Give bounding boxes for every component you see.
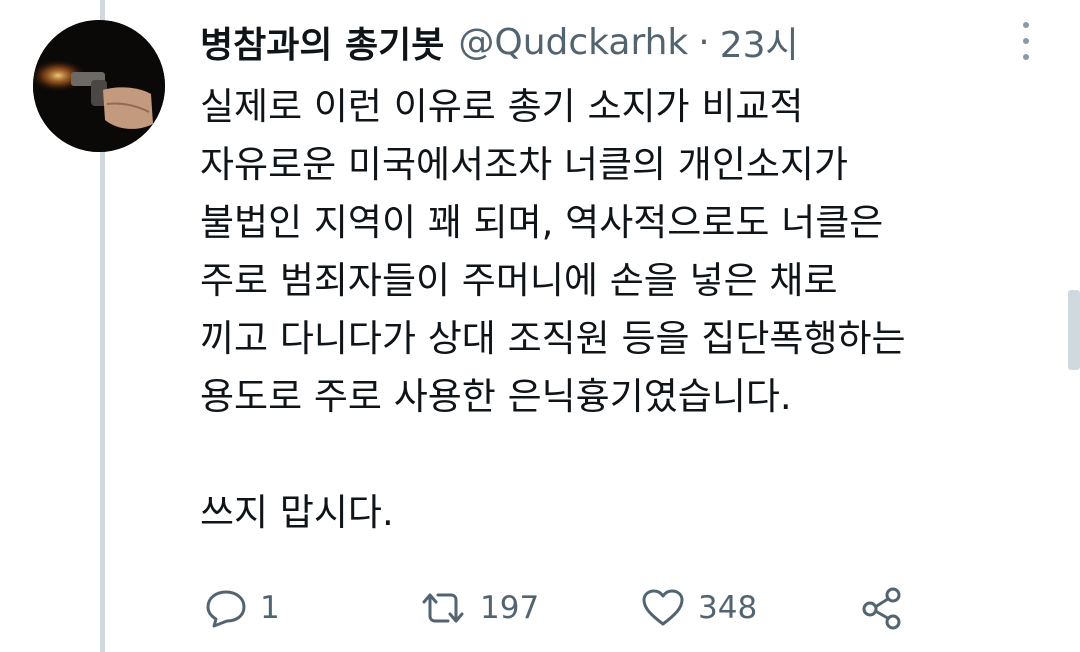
scrollbar[interactable] — [1068, 290, 1080, 370]
retweet-count: 197 — [480, 590, 540, 626]
retweet-button[interactable]: 197 — [418, 584, 539, 632]
tweet-body: 실제로 이런 이유로 총기 소지가 비교적 자유로운 미국에서조차 너클의 개인… — [200, 78, 1050, 542]
like-button[interactable]: 348 — [640, 584, 757, 632]
retweet-icon — [422, 593, 464, 623]
reply-count: 1 — [260, 590, 280, 626]
tweet-closing-line: 쓰지 맙시다. — [200, 491, 394, 534]
avatar-image — [33, 20, 165, 152]
heart-icon — [642, 589, 684, 626]
tweet-text-line: 자유로운 미국에서조차 너클의 개인소지가 — [200, 143, 849, 186]
reply-button[interactable]: 1 — [204, 584, 280, 632]
tweet-text-line: 주로 범죄자들이 주머니에 손을 넣은 채로 — [200, 259, 838, 302]
like-count: 348 — [698, 590, 758, 626]
reply-icon — [206, 590, 246, 628]
share-icon — [862, 587, 901, 630]
avatar[interactable] — [33, 20, 165, 152]
tweet-text-line: 실제로 이런 이유로 총기 소지가 비교적 — [200, 85, 804, 128]
tweet-text-line: 끼고 다니다가 상대 조직원 등을 집단폭행하는 — [200, 317, 906, 360]
tweet-text-line: 불법인 지역이 꽤 되며, 역사적으로도 너클은 — [200, 201, 884, 244]
tweet-header: 병참과의 총기봇 @Qudckarhk · 23시 — [200, 16, 799, 68]
display-name[interactable]: 병참과의 총기봇 — [200, 16, 444, 68]
separator-dot: · — [698, 21, 710, 63]
user-handle[interactable]: @Qudckarhk — [458, 22, 688, 63]
tweet-time[interactable]: 23시 — [720, 16, 799, 68]
share-button[interactable] — [860, 584, 904, 632]
tweet-text-line: 용도로 주로 사용한 은닉흉기였습니다. — [200, 375, 792, 418]
more-vertical-icon[interactable] — [1016, 22, 1036, 60]
action-bar: 1 197 348 — [200, 584, 960, 632]
